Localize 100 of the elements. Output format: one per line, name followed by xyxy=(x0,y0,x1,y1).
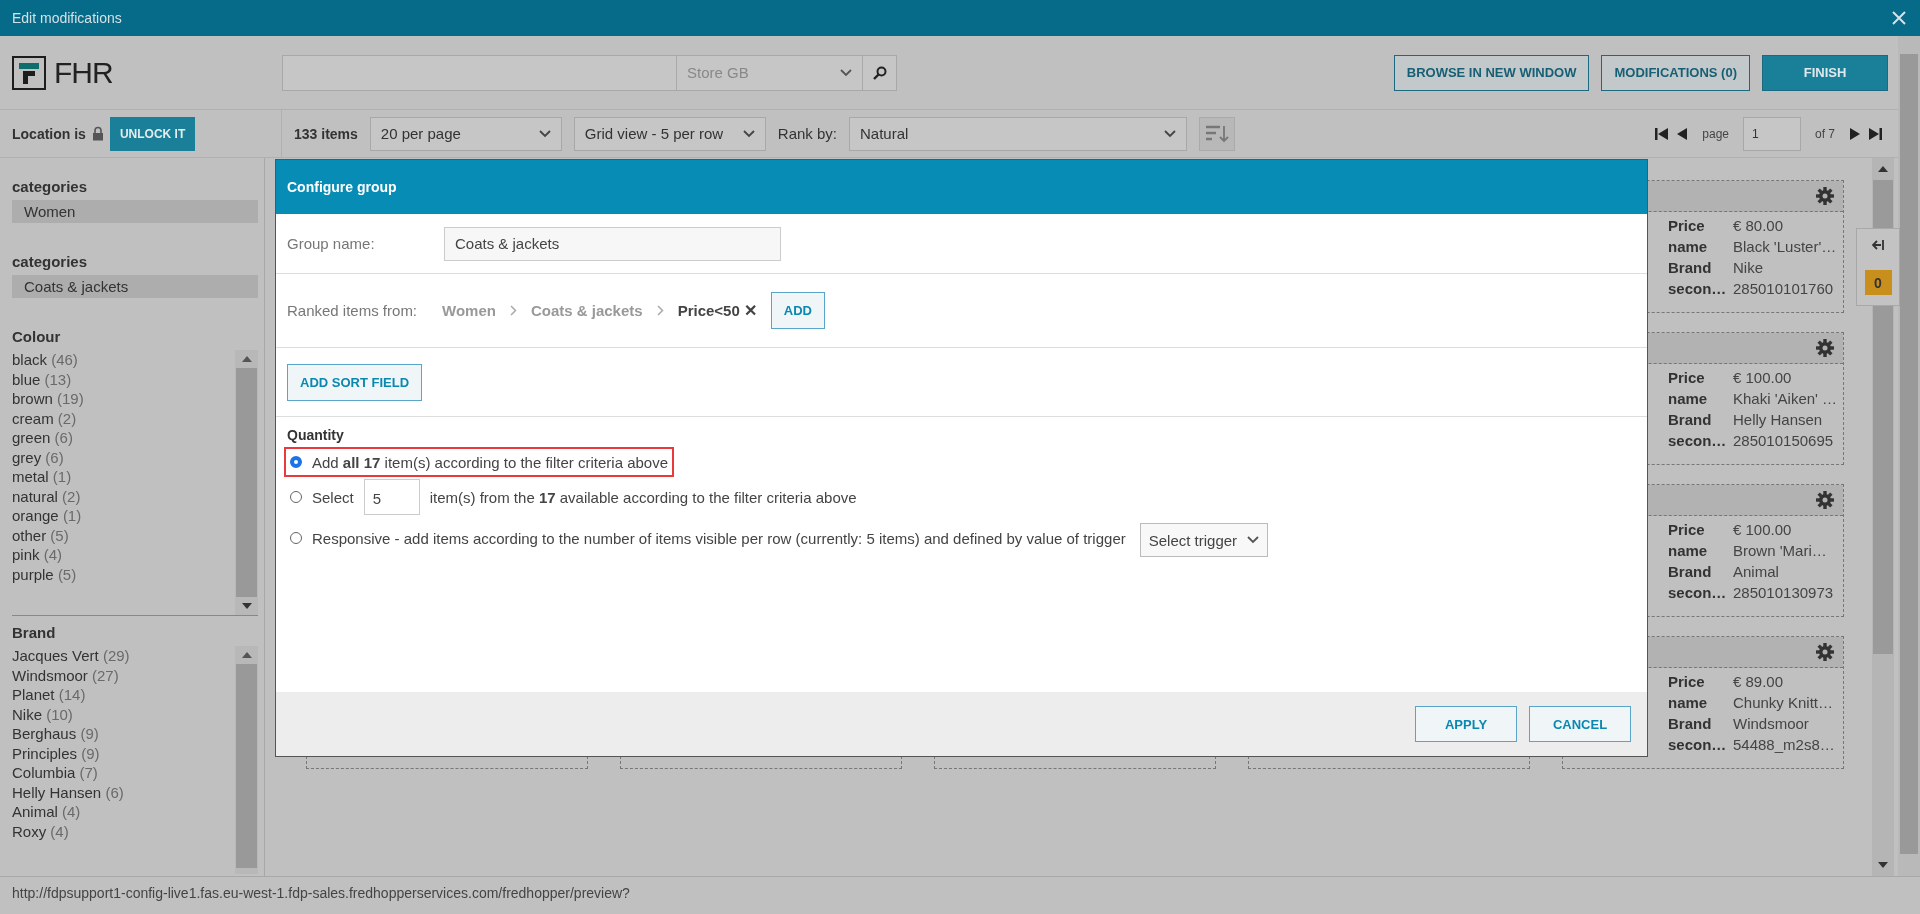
gear-icon[interactable] xyxy=(1816,491,1834,509)
scrollbar[interactable] xyxy=(1898,36,1920,876)
field-label: Price xyxy=(1668,672,1706,692)
field-value: Chunky Knitt… xyxy=(1733,693,1835,713)
field-label: name xyxy=(1668,693,1709,713)
field-value: € 100.00 xyxy=(1733,520,1793,540)
facet-item[interactable]: Principles (9) xyxy=(12,743,235,763)
quantity-label: Quantity xyxy=(287,427,345,443)
last-page-icon[interactable] xyxy=(1868,127,1882,140)
header-button[interactable]: MODIFICATIONS (0) xyxy=(1601,54,1750,91)
facet-item[interactable]: Animal (4) xyxy=(12,802,235,822)
ranked-items-label: Ranked items from: xyxy=(287,302,419,319)
arrow-up-icon[interactable] xyxy=(241,652,252,658)
per-page-dropdown[interactable]: 20 per page xyxy=(369,116,562,151)
field-value: € 80.00 xyxy=(1733,216,1785,236)
add-sort-field-button[interactable]: ADD SORT FIELD xyxy=(287,363,423,401)
field-value: Helly Hansen xyxy=(1733,410,1824,430)
facet-item[interactable]: black (46) xyxy=(12,350,235,370)
dialog-title: Configure group xyxy=(287,179,397,195)
facet-item[interactable]: Jacques Vert (29) xyxy=(12,646,235,666)
chevron-down-icon xyxy=(742,129,755,138)
facet-item[interactable]: cream (2) xyxy=(12,408,235,428)
field-label: Price xyxy=(1668,368,1706,388)
page-input[interactable]: 1 xyxy=(1743,116,1801,151)
arrow-down-icon[interactable] xyxy=(241,603,252,609)
category-chip[interactable]: Women xyxy=(12,200,258,223)
field-label: secon… xyxy=(1668,279,1728,299)
facet-item[interactable]: Berghaus (9) xyxy=(12,724,235,744)
scrollbar[interactable] xyxy=(1872,158,1894,876)
chevron-right-icon xyxy=(656,305,664,316)
radio-button[interactable] xyxy=(290,456,302,468)
group-name-label: Group name: xyxy=(287,235,376,252)
facet-item[interactable]: pink (4) xyxy=(12,545,235,565)
breadcrumb-filter: Price<50 xyxy=(677,302,740,319)
gear-icon[interactable] xyxy=(1816,339,1834,357)
chevron-down-icon xyxy=(1164,129,1177,138)
facet-item[interactable]: blue (13) xyxy=(12,369,235,389)
gear-icon[interactable] xyxy=(1816,643,1834,661)
sort-icon xyxy=(1205,123,1230,144)
field-label: Brand xyxy=(1668,258,1713,278)
facet-title: Colour xyxy=(12,328,62,345)
finish-button[interactable]: FINISH xyxy=(1762,54,1888,91)
field-value: Brown 'Mari… xyxy=(1733,541,1828,561)
item-count-field[interactable]: 5 xyxy=(363,479,420,515)
facet-item[interactable]: purple (5) xyxy=(12,564,235,584)
facet-item[interactable]: Roxy (4) xyxy=(12,821,235,841)
scrollbar[interactable] xyxy=(235,350,258,615)
unlock-button[interactable]: UNLOCK IT xyxy=(109,116,196,151)
rank-dropdown[interactable]: Natural xyxy=(849,116,1188,151)
scrollbar[interactable] xyxy=(235,646,258,874)
facet-title: categories xyxy=(12,253,89,270)
page-label: page xyxy=(1702,126,1729,141)
arrow-up-icon[interactable] xyxy=(241,356,252,362)
field-value: 285010150695 xyxy=(1733,431,1835,451)
logo-icon xyxy=(12,55,46,90)
previous-page-icon[interactable] xyxy=(1677,127,1689,140)
group-name-field[interactable]: Coats & jackets xyxy=(444,226,781,261)
facet-item[interactable]: Columbia (7) xyxy=(12,763,235,783)
facet-item[interactable]: Windsmoor (27) xyxy=(12,665,235,685)
field-label: secon… xyxy=(1668,583,1728,603)
gear-icon[interactable] xyxy=(1816,187,1834,205)
arrow-up-icon[interactable] xyxy=(1878,166,1888,172)
facet-item[interactable]: Helly Hansen (6) xyxy=(12,782,235,802)
collapse-icon[interactable] xyxy=(1872,238,1884,251)
facet-item[interactable]: metal (1) xyxy=(12,467,235,487)
facet-item[interactable]: natural (2) xyxy=(12,486,235,506)
field-value: Animal xyxy=(1733,562,1780,582)
field-value: 54488_m2s8… xyxy=(1733,735,1836,755)
field-label: name xyxy=(1668,237,1709,257)
header-button[interactable]: BROWSE IN NEW WINDOW xyxy=(1393,54,1590,91)
field-label: Brand xyxy=(1668,410,1713,430)
radio-button[interactable] xyxy=(290,532,302,544)
field-label: name xyxy=(1668,389,1709,409)
item-count: 133 items xyxy=(294,125,358,142)
status-url: http://fdpsupport1-config-live1.fas.eu-west-1.fdp-sales.fredhopperservices.com/fredhopper/preview? xyxy=(0,876,1920,914)
arrow-down-icon[interactable] xyxy=(1878,862,1888,868)
view-dropdown[interactable]: Grid view - 5 per row xyxy=(573,116,766,151)
facet-item[interactable]: grey (6) xyxy=(12,447,235,467)
remove-filter-button[interactable]: ✕ xyxy=(743,301,757,320)
dialog-button[interactable]: APPLY xyxy=(1415,706,1517,742)
facet-title: Brand xyxy=(12,624,57,641)
facet-item[interactable]: green (6) xyxy=(12,428,235,448)
dialog-button[interactable]: CANCEL xyxy=(1529,706,1631,742)
chevron-down-icon xyxy=(840,68,852,77)
field-label: secon… xyxy=(1668,431,1728,451)
radio-button[interactable] xyxy=(290,491,302,503)
field-value: € 89.00 xyxy=(1733,672,1785,692)
facet-item[interactable]: brown (19) xyxy=(12,389,235,409)
category-chip[interactable]: Coats & jackets xyxy=(12,275,258,298)
option-label: Select xyxy=(312,488,354,506)
next-page-icon[interactable] xyxy=(1849,127,1860,140)
facet-item[interactable]: Nike (10) xyxy=(12,704,235,724)
modification-count-badge: 0 xyxy=(1864,270,1892,296)
close-icon[interactable] xyxy=(1892,11,1906,25)
facet-item[interactable]: orange (1) xyxy=(12,506,235,526)
first-page-icon[interactable] xyxy=(1655,127,1670,140)
trigger-dropdown[interactable]: Select trigger xyxy=(1139,523,1268,557)
add-button[interactable]: ADD xyxy=(770,292,825,329)
facet-item[interactable]: Planet (14) xyxy=(12,685,235,705)
facet-item[interactable]: other (5) xyxy=(12,525,235,545)
